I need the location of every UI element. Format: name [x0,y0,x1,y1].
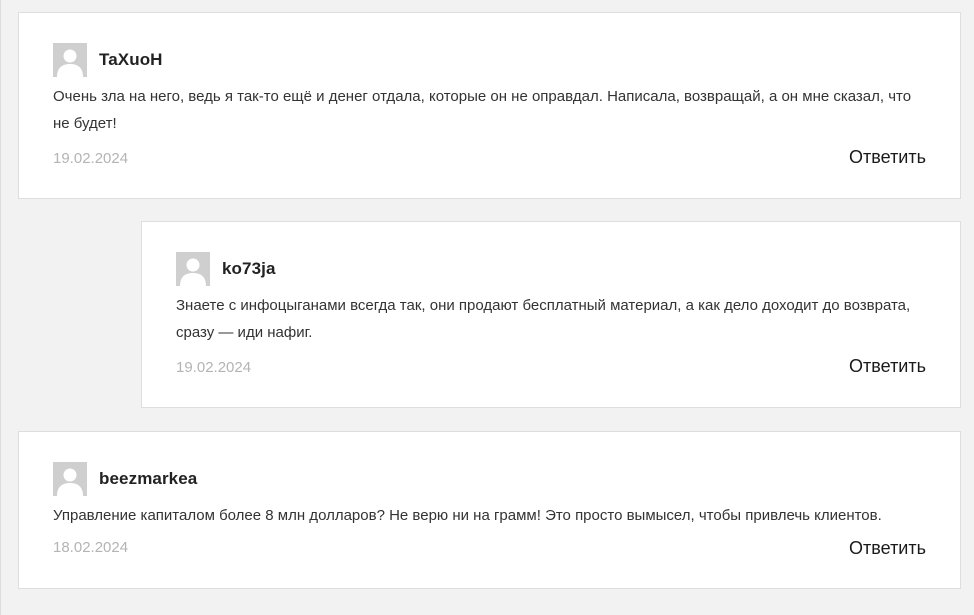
comment-text: Очень зла на него, ведь я так-то ещё и д… [53,88,912,132]
comment-card: beezmarkea Управление капиталом более 8 … [18,431,961,589]
user-silhouette-icon [176,252,210,286]
avatar [53,43,87,77]
comment-card: TaXuoH Очень зла на него, ведь я так-то … [18,12,961,199]
comment-header: beezmarkea [53,462,197,496]
comment-text: Знаете с инфоцыганами всегда так, они пр… [176,297,911,341]
reply-button[interactable]: Ответить [849,147,926,168]
comment-date: 18.02.2024 [53,539,129,556]
page-left-border [0,0,1,615]
user-silhouette-icon [53,43,87,77]
comment-text: Управление капиталом более 8 млн долларо… [53,507,882,524]
avatar [176,252,210,286]
user-silhouette-icon [53,462,87,496]
reply-button[interactable]: Ответить [849,356,926,377]
comment-author: TaXuoH [99,50,163,69]
comment-author: ko73ja [222,259,276,278]
comment-date: 19.02.2024 [53,150,129,167]
comment-date: 19.02.2024 [176,359,252,376]
comment-author: beezmarkea [99,469,198,488]
reply-button[interactable]: Ответить [849,538,926,559]
comment-header: ko73ja [176,252,276,286]
comment-card-reply: ko73ja Знаете с инфоцыганами всегда так,… [141,221,961,408]
comment-header: TaXuoH [53,43,163,77]
avatar [53,462,87,496]
